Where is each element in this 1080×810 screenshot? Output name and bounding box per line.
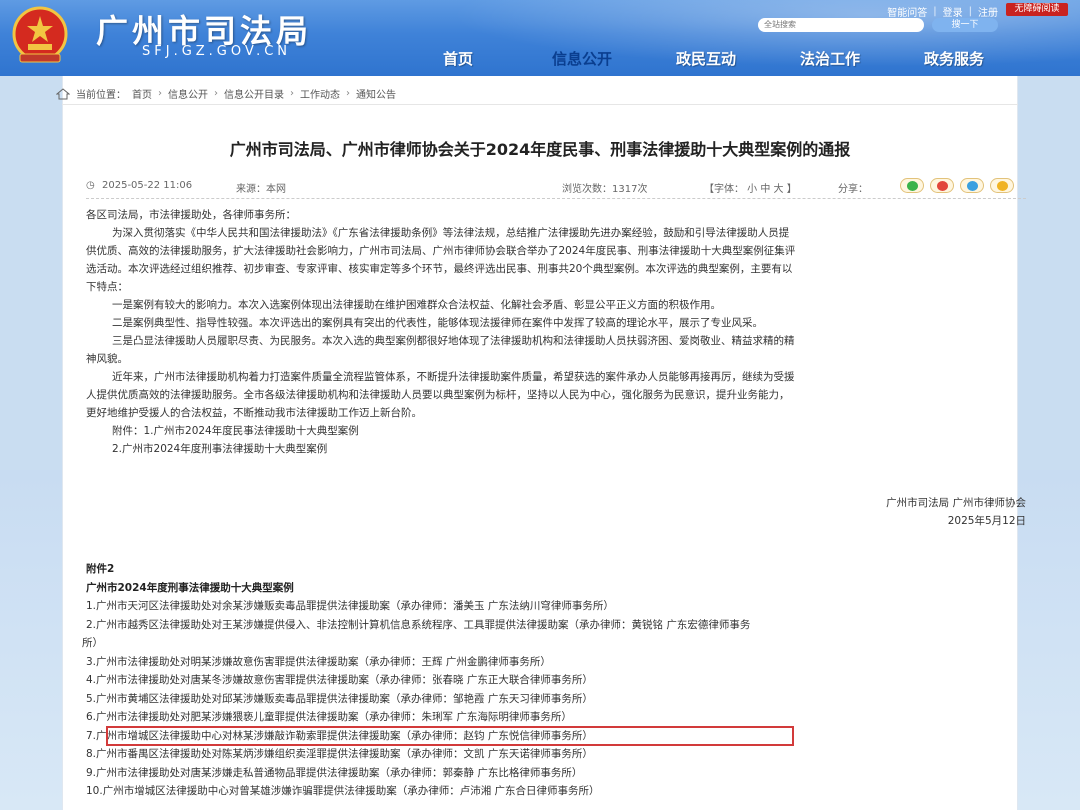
list-item: 所） [82,637,103,649]
nav-interaction[interactable]: 政民互动 [644,48,768,69]
breadcrumb-info-catalog[interactable]: 信息公开目录 [224,86,284,101]
share-label: 分享： [838,184,868,195]
highlight-box [106,726,794,746]
site-header: 广州市司法局 SFJ.GZ.GOV.CN 智能问答 | 登录 | 注册 无障碍阅… [0,0,1080,76]
divider: | [933,6,937,17]
signature-date: 2025年5月12日 [947,515,1026,527]
signature: 广州市司法局 广州市律师协会 2025年5月12日 [86,494,1026,530]
search-button[interactable]: 搜一下 [932,18,998,32]
search-input[interactable]: 全站搜索 [758,18,924,32]
list-item: 1.广州市天河区法律援助处对余某涉嫌贩卖毒品罪提供法律援助案（承办律师：潘美玉 … [86,600,614,612]
breadcrumb-home[interactable]: 首页 [132,86,152,101]
list-item: 9.广州市法律援助处对唐某涉嫌走私普通物品罪提供法律援助案（承办律师：郭秦静 广… [86,766,583,779]
wechat-share-icon[interactable] [900,178,924,193]
publish-date: 2025-05-22 11:06 [102,180,193,191]
nav-services[interactable]: 政务服务 [892,48,1016,69]
nav-rule-of-law[interactable]: 法治工作 [768,48,892,69]
list-item: 5.广州市黄埔区法律援助处对邱某涉嫌贩卖毒品罪提供法律援助案（承办律师：邹艳霞 … [86,692,593,705]
share-icons [900,178,1014,193]
font-size-selector[interactable]: 【字体： 小 中 大 】 [704,180,797,195]
chevron-right-icon: › [290,88,294,99]
attachments: 附件：1.广州市2024年度民事法律援助十大典型案例 2.广州市2024年度刑事… [86,422,1026,458]
smart-qa-link[interactable]: 智能问答 [887,4,927,19]
breadcrumb-work-news[interactable]: 工作动态 [300,86,340,101]
article-title: 广州市司法局、广州市律师协会关于2024年度民事、刑事法律援助十大典型案例的通报 [229,140,851,159]
breadcrumb: 当前位置： 首页 › 信息公开 › 信息公开目录 › 工作动态 › 通知公告 [56,86,396,101]
chevron-right-icon: › [214,88,218,99]
divider [62,104,1018,105]
site-domain: SFJ.GZ.GOV.CN [142,44,292,59]
signature-org: 广州市司法局 广州市律师协会 [886,497,1026,509]
chevron-right-icon: › [346,88,350,99]
paragraph: 为深入贯彻落实《中华人民共和国法律援助法》《广东省法律援助条例》等法律法规，总结… [112,227,790,239]
nav-home[interactable]: 首页 [396,48,520,69]
paragraph: 人提供优质高效的法律援助服务。全市各级法律援助机构和法律援助人员要以典型案例为标… [86,389,790,401]
weibo-share-icon[interactable] [930,178,954,193]
chevron-right-icon: › [158,88,162,99]
side-decoration-left [0,470,62,810]
main-nav: 首页 信息公开 政民互动 法治工作 政务服务 [396,48,1016,69]
attachment-link[interactable]: 附件：1.广州市2024年度民事法律援助十大典型案例 [86,422,1026,440]
breadcrumb-info-public[interactable]: 信息公开 [168,86,208,101]
article-body: 各区司法局，市法律援助处，各律师事务所： 为深入贯彻落实《中华人民共和国法律援助… [86,206,1026,422]
side-decoration-right [1018,470,1080,810]
article-meta: ◷ 2025-05-22 11:06 来源：本网 浏览次数：1317次 【字体：… [86,180,1026,195]
divider [86,198,1026,199]
source: 来源：本网 [236,184,286,195]
paragraph: 二是案例典型性、指导性较强。本次评选出的案例具有突出的代表性，能够体现法援律师在… [112,317,763,329]
qq-share-icon[interactable] [960,178,984,193]
qzone-share-icon[interactable] [990,178,1014,193]
login-link[interactable]: 登录 [943,4,963,19]
register-link[interactable]: 注册 [978,4,998,19]
accessibility-button[interactable]: 无障碍阅读 [1006,3,1068,16]
list-item-highlighted: 8.广州市番禺区法律援助处对陈某炳涉嫌组织卖淫罪提供法律援助案（承办律师：文凯 … [86,748,593,760]
nav-info-public[interactable]: 信息公开 [520,48,644,69]
emblem-icon [12,6,68,63]
attachment-link[interactable]: 2.广州市2024年度刑事法律援助十大典型案例 [86,440,1026,458]
paragraph: 供优质、高效的法律援助服务，扩大法律援助社会影响力，广州市司法局、广州市律师协会… [86,245,796,257]
salutation: 各区司法局，市法律援助处，各律师事务所： [86,209,296,221]
top-links: 智能问答 | 登录 | 注册 [887,4,998,19]
list-item: 2.广州市越秀区法律援助处对王某涉嫌提供侵入、非法控制计算机信息系统程序、工具罪… [86,618,751,631]
attachment-label: 附件2 [86,563,115,575]
paragraph: 近年来，广州市法律援助机构着力打造案件质量全流程监管体系，不断提升法律援助案件质… [112,371,795,383]
list-item: 4.广州市法律援助处对唐某冬涉嫌故意伤害罪提供法律援助案（承办律师：张春晓 广东… [86,674,593,686]
paragraph: 更好地维护受援人的合法权益，不断推动我市法律援助工作迈上新台阶。 [86,407,422,419]
list-item: 10.广州市增城区法律援助中心对曾某雄涉嫌诈骗罪提供法律援助案（承办律师：卢沛湘… [86,785,600,797]
list-item: 6.广州市法律援助处对肥某涉嫌猥亵儿童罪提供法律援助案（承办律师：朱琍军 广东海… [86,711,572,723]
location-icon [56,87,70,99]
paragraph: 选活动。本次评选经过组织推荐、初步审查、专家评审、核实审定等多个环节，最终评选出… [86,263,793,275]
paragraph: 神风貌。 [86,353,128,365]
breadcrumb-label: 当前位置： [76,90,126,101]
divider: | [968,6,972,17]
view-count: 浏览次数：1317次 [562,184,648,195]
paragraph: 三是凸显法律援助人员履职尽责、为民服务。本次入选的典型案例都很好地体现了法律援助… [112,335,795,347]
breadcrumb-notices[interactable]: 通知公告 [356,86,396,101]
case-list-heading: 广州市2024年度刑事法律援助十大典型案例 [86,581,294,594]
list-item: 3.广州市法律援助处对明某涉嫌故意伤害罪提供法律援助案（承办律师：王辉 广州金鹏… [86,655,551,668]
paragraph: 下特点： [86,281,128,293]
paragraph: 一是案例有较大的影响力。本次入选案例体现出法律援助在维护困难群众合法权益、化解社… [112,299,721,311]
case-list: 附件2 广州市2024年度刑事法律援助十大典型案例 1.广州市天河区法律援助处对… [82,560,1026,801]
clock-icon: ◷ [86,180,95,191]
